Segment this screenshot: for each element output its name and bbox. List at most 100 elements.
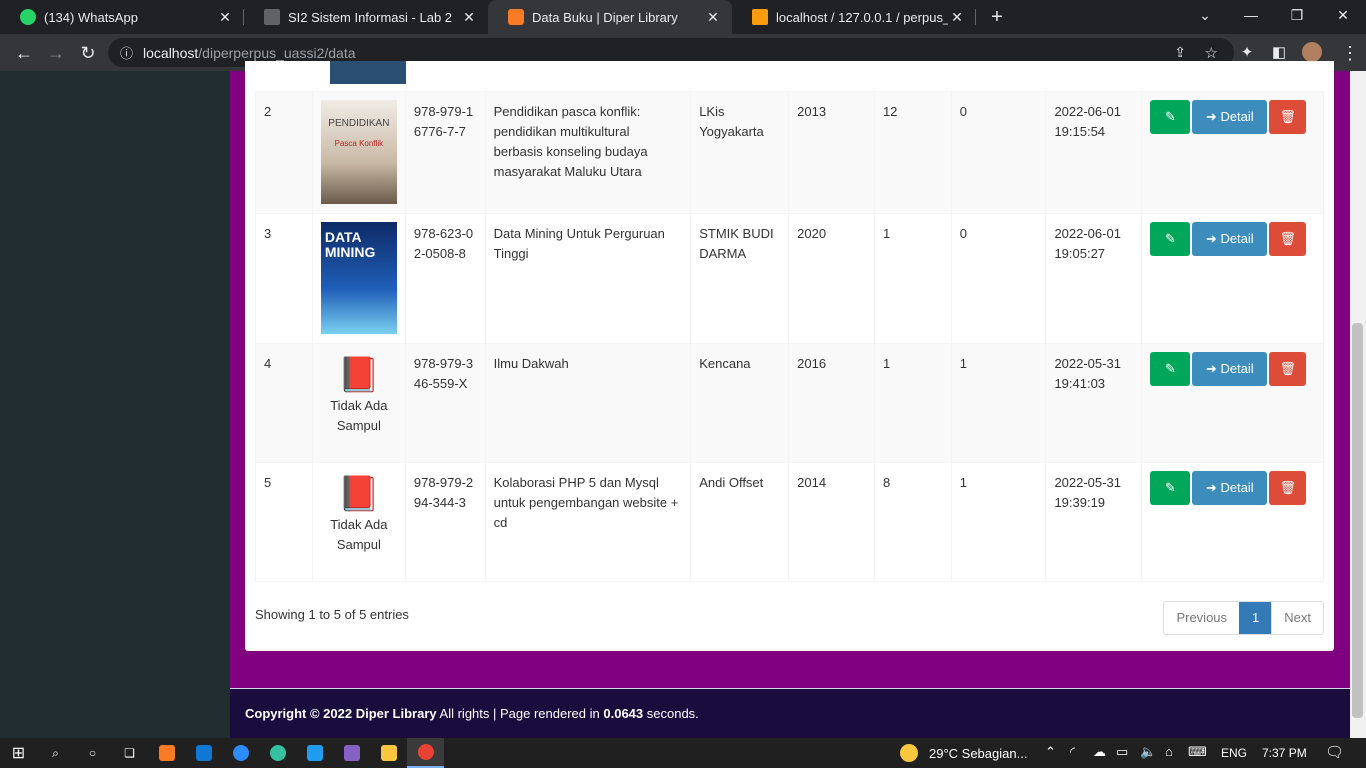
scrollbar[interactable] bbox=[1350, 71, 1366, 738]
table-info: Showing 1 to 5 of 5 entries bbox=[255, 607, 409, 622]
back-icon[interactable]: ← bbox=[8, 37, 40, 69]
close-window-button[interactable]: ✕ bbox=[1320, 0, 1366, 34]
year-cell: 2013 bbox=[788, 91, 875, 214]
show-hidden-icons[interactable]: ⌃ bbox=[1045, 744, 1056, 760]
volume-icon[interactable]: 🔈 bbox=[1140, 744, 1156, 760]
battery-icon[interactable]: ▭ bbox=[1116, 744, 1128, 760]
language-indicator[interactable]: ENG bbox=[1221, 746, 1247, 760]
clock[interactable]: 7:37 PM bbox=[1262, 746, 1307, 760]
tab-whatsapp[interactable]: (134) WhatsApp ✕ bbox=[0, 0, 244, 34]
tab-title: SI2 Sistem Informasi - Lab 2 bbox=[288, 9, 453, 25]
new-tab-button[interactable]: + bbox=[982, 0, 1012, 34]
reload-icon[interactable]: ↻ bbox=[72, 37, 104, 69]
chrome-icon[interactable] bbox=[407, 738, 444, 768]
year-cell: 2020 bbox=[788, 213, 875, 344]
detail-button[interactable]: ➜ Detail bbox=[1192, 352, 1268, 386]
pagination: Previous 1 Next bbox=[1163, 601, 1324, 635]
table-row: 2 PENDIDIKAN Pasca Konflik 978-979-16776… bbox=[255, 91, 1324, 214]
year-cell: 2014 bbox=[788, 462, 875, 582]
close-tab-icon[interactable]: ✕ bbox=[216, 9, 234, 26]
page-1-button[interactable]: 1 bbox=[1239, 602, 1272, 634]
table-row: 3 DATA MINING 978-623-02-0508-8 Data Min… bbox=[255, 213, 1324, 344]
vscode-icon[interactable] bbox=[296, 738, 333, 768]
profile-avatar[interactable] bbox=[1302, 42, 1322, 62]
xampp-icon[interactable] bbox=[148, 738, 185, 768]
close-tab-icon[interactable]: ✕ bbox=[460, 9, 478, 26]
windows-taskbar: ⊞ ⌕ ○ ❏ 29°C Sebagian... ⌃ ◜ ☁ ▭ 🔈 ⌂ ⌨ E… bbox=[0, 738, 1366, 768]
close-tab-icon[interactable]: ✕ bbox=[948, 9, 966, 26]
file-explorer-icon[interactable] bbox=[370, 738, 407, 768]
weather-text[interactable]: 29°C Sebagian... bbox=[929, 746, 1027, 761]
borrowed-cell: 0 bbox=[950, 91, 1047, 214]
date-cell: 2022-06-01 19:05:27 bbox=[1045, 213, 1143, 344]
publisher-cell: LKis Yogyakarta bbox=[690, 91, 790, 214]
row-number: 3 bbox=[255, 213, 313, 344]
cover-text: PENDIDIKAN bbox=[328, 118, 390, 129]
book-cover-image: PENDIDIKAN Pasca Konflik bbox=[320, 100, 397, 204]
keyboard-icon[interactable]: ⌨ bbox=[1188, 744, 1207, 760]
borrowed-cell: 1 bbox=[950, 462, 1047, 582]
cortana-icon[interactable]: ○ bbox=[74, 738, 111, 768]
phpmyadmin-icon bbox=[752, 9, 768, 25]
minimize-button[interactable]: — bbox=[1228, 0, 1274, 34]
delete-button[interactable]: 🗑 bbox=[1269, 352, 1307, 386]
share-icon[interactable]: ⇪ bbox=[1174, 44, 1186, 61]
borrowed-cell: 0 bbox=[950, 213, 1047, 344]
no-cover-label: Tidak Ada Sampul bbox=[330, 517, 388, 552]
menu-icon[interactable]: ⋮ bbox=[1334, 37, 1366, 69]
stock-cell: 1 bbox=[873, 213, 952, 344]
detail-button[interactable]: ➜ Detail bbox=[1192, 100, 1268, 134]
tab-data-buku[interactable]: Data Buku | Diper Library ✕ bbox=[488, 0, 732, 34]
info-icon[interactable]: ⓘ bbox=[120, 43, 133, 62]
task-view-icon[interactable]: ❏ bbox=[111, 738, 148, 768]
browser-tab-bar: (134) WhatsApp ✕ SI2 Sistem Informasi - … bbox=[0, 0, 1366, 34]
device-icon[interactable]: ⌂ bbox=[1165, 744, 1173, 759]
zoom-icon[interactable] bbox=[222, 738, 259, 768]
windows-start-icon[interactable]: ⊞ bbox=[0, 738, 37, 768]
isbn-cell: 978-979-16776-7-7 bbox=[404, 91, 486, 214]
content-wrapper: 2 PENDIDIKAN Pasca Konflik 978-979-16776… bbox=[230, 61, 1350, 688]
delete-button[interactable]: 🗑 bbox=[1269, 100, 1307, 134]
tab-search-icon[interactable]: ⌄ bbox=[1182, 0, 1228, 34]
edit-button[interactable]: ✎ bbox=[1150, 471, 1191, 505]
scrollbar-thumb[interactable] bbox=[1352, 323, 1363, 718]
cloud-offline-icon[interactable]: ☁ bbox=[1093, 744, 1106, 760]
detail-button[interactable]: ➜ Detail bbox=[1192, 471, 1268, 505]
classroom-icon bbox=[264, 9, 280, 25]
book-icon: 📕 bbox=[337, 475, 381, 513]
action-cell: ✎ ➜ Detail 🗑 bbox=[1141, 343, 1324, 463]
delete-button[interactable]: 🗑 bbox=[1269, 471, 1307, 505]
forward-icon[interactable]: → bbox=[40, 37, 72, 69]
edit-button[interactable]: ✎ bbox=[1150, 352, 1191, 386]
network-icon[interactable]: ◜ bbox=[1070, 744, 1075, 760]
edit-button[interactable]: ✎ bbox=[1150, 222, 1191, 256]
edge-icon[interactable] bbox=[259, 738, 296, 768]
table-row: 4 📕 Tidak Ada Sampul 978-979-346-559-X I… bbox=[255, 343, 1324, 463]
delete-button[interactable]: 🗑 bbox=[1269, 222, 1307, 256]
mail-icon[interactable] bbox=[185, 738, 222, 768]
close-tab-icon[interactable]: ✕ bbox=[704, 9, 722, 26]
edit-button[interactable]: ✎ bbox=[1150, 100, 1191, 134]
previous-button[interactable]: Previous bbox=[1164, 602, 1239, 634]
action-cell: ✎ ➜ Detail 🗑 bbox=[1141, 91, 1324, 214]
visual-studio-icon[interactable] bbox=[333, 738, 370, 768]
tab-si2[interactable]: SI2 Sistem Informasi - Lab 2 ✕ bbox=[244, 0, 488, 34]
bookmark-star-icon[interactable]: ☆ bbox=[1205, 44, 1218, 62]
tab-title: localhost / 127.0.0.1 / perpus_si2 bbox=[776, 9, 948, 25]
restore-button[interactable]: ❐ bbox=[1274, 0, 1320, 34]
title-cell: Kolaborasi PHP 5 dan Mysql untuk pengemb… bbox=[484, 462, 692, 582]
book-icon: 📕 bbox=[337, 356, 381, 394]
detail-button[interactable]: ➜ Detail bbox=[1192, 222, 1268, 256]
title-cell: Pendidikan pasca konflik: pendidikan mul… bbox=[484, 91, 692, 214]
stock-cell: 12 bbox=[873, 91, 952, 214]
whatsapp-icon bbox=[20, 9, 36, 25]
tab-phpmyadmin[interactable]: localhost / 127.0.0.1 / perpus_si2 ✕ bbox=[732, 0, 976, 34]
search-icon[interactable]: ⌕ bbox=[37, 738, 74, 768]
isbn-cell: 978-979-294-344-3 bbox=[404, 462, 486, 582]
cover-text: DATA bbox=[324, 229, 362, 245]
notifications-icon[interactable]: 🗨 bbox=[1325, 743, 1344, 761]
weather-icon[interactable] bbox=[900, 744, 918, 762]
next-button[interactable]: Next bbox=[1271, 602, 1323, 634]
tab-title: Data Buku | Diper Library bbox=[532, 9, 678, 25]
footer-copyright: Copyright © 2022 Diper Library bbox=[245, 706, 437, 721]
